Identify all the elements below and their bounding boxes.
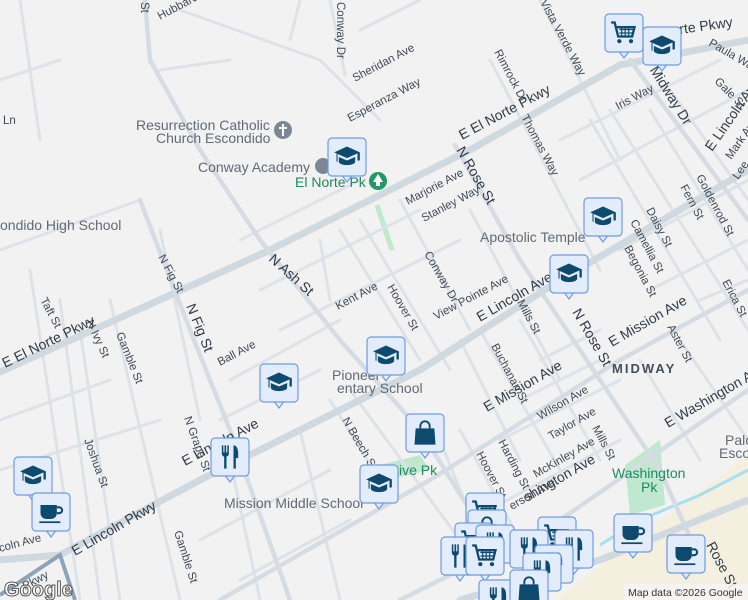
shopping-bag-marker[interactable] [509,569,549,600]
street-label: St [138,2,150,14]
street-label: Mills St [514,298,542,337]
street-label: Conway Dr [334,2,346,59]
restaurant-marker[interactable] [210,437,250,483]
street-label: coln Ave [0,532,43,555]
pioneer-school-label-line2[interactable]: entary School [337,380,423,396]
school-marker[interactable] [366,336,406,382]
high-school-label[interactable]: ondido High School [0,217,121,233]
cafe-marker[interactable] [613,513,653,559]
street-label: N Fig St [155,253,185,296]
mission-middle-label[interactable]: Mission Middle School [224,495,363,511]
street-label: Thomas Way [518,113,560,178]
shopping-bag-marker[interactable] [405,413,445,459]
school-marker[interactable] [642,26,682,72]
conway-academy-label[interactable]: Conway Academy [198,159,310,175]
school-marker[interactable] [359,464,399,510]
street-label: N Ash St [266,250,317,298]
school-marker[interactable] [583,197,623,243]
apostolic-temple-label[interactable]: Apostolic Temple [480,229,586,245]
street-label: Sheridan Ave [351,42,417,85]
school-marker[interactable] [549,254,589,300]
church-icon[interactable] [274,121,292,139]
church-label-line2[interactable]: Church Escondido [156,130,271,146]
street-label: Kent Ave [334,281,380,313]
neighborhood-label: MIDWAY [612,361,676,376]
google-logo[interactable]: Google [4,579,74,600]
street-label: Vista Verde Way [537,0,587,78]
school-marker[interactable] [327,137,367,183]
cafe-marker[interactable] [666,534,706,580]
school-marker[interactable] [259,363,299,409]
street-label: Conway Dr [421,250,460,305]
grove-park-label[interactable]: ive Pk [399,462,438,478]
street-label: Iris Way [614,83,656,113]
street-label: Ln [3,115,16,127]
map-attribution[interactable]: Map data ©2026 Google [628,587,743,599]
tree-icon[interactable] [369,172,387,190]
street-label: Erica St [719,278,748,320]
shopping-cart-marker[interactable] [604,13,644,59]
street-label: Aster St [664,323,694,365]
cafe-marker[interactable] [31,492,71,538]
washington-park-label-line2[interactable]: Pk [641,479,658,495]
map-canvas[interactable]: Hubbard Ave St Conway Dr Sheridan Ave Es… [0,0,748,600]
shopping-cart-marker[interactable] [465,536,505,582]
street-label: rte Pkwy [678,14,733,37]
palo-label-line2[interactable]: Esco [719,445,748,461]
street-label: Ball Ave [216,339,258,369]
